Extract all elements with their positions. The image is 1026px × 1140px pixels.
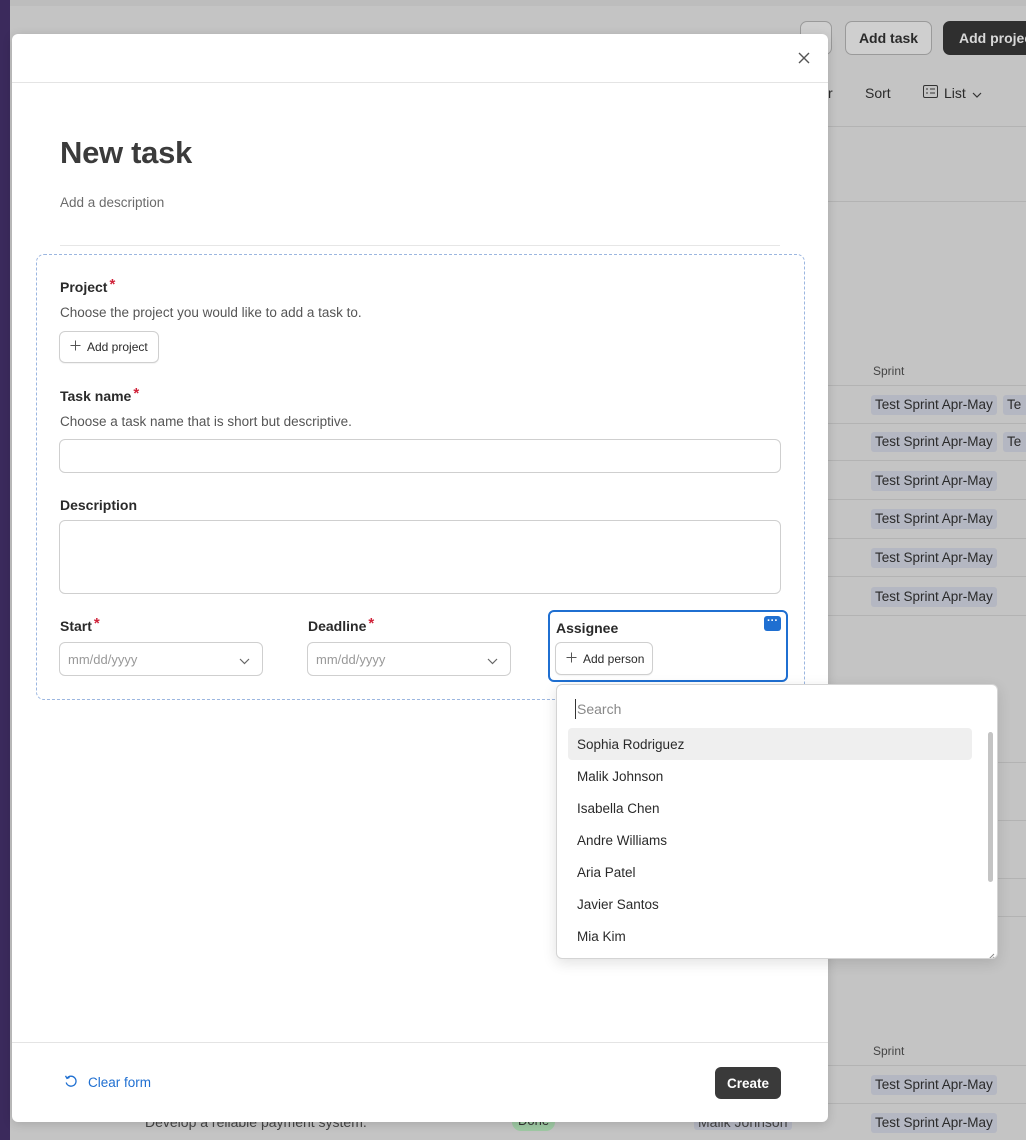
assignee-dropdown: Sophia Rodriguez Malik Johnson Isabella … <box>556 684 998 959</box>
chevron-down-icon <box>487 653 498 668</box>
chevron-down-icon <box>239 653 250 668</box>
more-options-icon[interactable]: ··· <box>764 616 781 631</box>
divider <box>12 82 828 83</box>
description-placeholder[interactable]: Add a description <box>60 195 164 210</box>
sprint-tag: Te <box>1003 432 1026 452</box>
task-name-help-text: Choose a task name that is short but des… <box>60 414 352 429</box>
sprint-tag: Test Sprint Apr-May <box>871 471 997 491</box>
start-date-input[interactable]: mm/dd/yyyy <box>59 642 263 676</box>
divider <box>12 1042 828 1043</box>
sort-label: Sort <box>865 85 891 101</box>
project-help-text: Choose the project you would like to add… <box>60 305 362 320</box>
clear-form-label: Clear form <box>88 1075 152 1090</box>
view-label: List <box>944 85 966 101</box>
list-view-icon <box>923 85 938 101</box>
divider <box>828 499 1026 500</box>
create-button[interactable]: Create <box>715 1067 781 1099</box>
deadline-label-text: Deadline <box>308 618 367 634</box>
divider <box>828 423 1026 424</box>
reset-icon <box>64 1074 78 1091</box>
column-header-sprint: Sprint <box>873 364 905 378</box>
divider <box>828 460 1026 461</box>
add-person-label: Add person <box>583 651 645 666</box>
clear-form-button[interactable]: Clear form <box>64 1074 151 1091</box>
sprint-tag: Test Sprint Apr-May <box>871 509 997 529</box>
divider <box>828 201 1026 202</box>
view-list-button[interactable]: List <box>923 85 982 101</box>
list-item[interactable]: Andre Williams <box>568 824 972 856</box>
plus-icon <box>566 651 577 667</box>
list-item[interactable]: Javier Santos <box>568 888 972 920</box>
chevron-down-icon <box>972 85 982 101</box>
start-date-placeholder: mm/dd/yyyy <box>68 651 138 667</box>
divider <box>828 1103 1026 1104</box>
people-list: Sophia Rodriguez Malik Johnson Isabella … <box>568 728 972 952</box>
task-name-input[interactable] <box>59 439 781 473</box>
divider <box>60 245 780 246</box>
resize-handle-icon[interactable] <box>987 948 995 958</box>
divider <box>828 385 1026 386</box>
task-name-label: Task name * <box>60 385 140 405</box>
assignee-field[interactable]: Assignee ··· Add person <box>548 610 788 682</box>
deadline-date-input[interactable]: mm/dd/yyyy <box>307 642 511 676</box>
sprint-tag: Test Sprint Apr-May <box>871 395 997 415</box>
list-item[interactable]: Mia Kim <box>568 920 972 952</box>
required-marker: * <box>93 615 100 632</box>
add-project-button[interactable]: Add project <box>59 331 159 363</box>
required-marker: * <box>368 615 375 632</box>
sprint-tag: Test Sprint Apr-May <box>871 1113 997 1133</box>
sprint-tag: Test Sprint Apr-May <box>871 587 997 607</box>
plus-icon <box>70 339 81 355</box>
list-item[interactable]: Malik Johnson <box>568 760 972 792</box>
app-top-bar <box>10 0 1026 6</box>
sprint-tag: Test Sprint Apr-May <box>871 432 997 452</box>
required-marker: * <box>109 276 116 293</box>
close-icon[interactable] <box>794 48 814 68</box>
assignee-label: Assignee <box>556 620 619 636</box>
search-input[interactable] <box>575 699 955 719</box>
page-title[interactable]: New task <box>60 135 192 171</box>
start-label: Start * <box>60 615 100 635</box>
add-task-button[interactable]: Add task <box>845 21 932 55</box>
list-item[interactable]: Isabella Chen <box>568 792 972 824</box>
start-label-text: Start <box>60 618 92 634</box>
sort-button[interactable]: Sort <box>865 85 891 101</box>
add-project-label: Add project <box>87 340 148 354</box>
column-header-sprint: Sprint <box>873 1044 905 1058</box>
project-label-text: Project <box>60 279 108 295</box>
sprint-tag: Test Sprint Apr-May <box>871 1075 997 1095</box>
description-textarea[interactable] <box>59 520 781 594</box>
deadline-label: Deadline * <box>308 615 375 635</box>
deadline-date-placeholder: mm/dd/yyyy <box>316 651 386 667</box>
scrollbar[interactable] <box>988 732 993 882</box>
add-project-button[interactable]: Add projec <box>943 21 1026 55</box>
app-sidebar-strip <box>0 0 10 1140</box>
divider <box>828 126 1026 127</box>
sprint-tag: Te <box>1003 395 1026 415</box>
divider <box>828 538 1026 539</box>
add-person-button[interactable]: Add person <box>555 642 653 675</box>
filter-button-fragment[interactable]: r <box>828 85 833 101</box>
description-label: Description <box>60 497 138 513</box>
divider <box>828 1065 1026 1066</box>
sprint-tag: Test Sprint Apr-May <box>871 548 997 568</box>
divider <box>828 615 1026 616</box>
task-name-label-text: Task name <box>60 388 132 404</box>
divider <box>828 576 1026 577</box>
required-marker: * <box>133 385 140 402</box>
project-label: Project * <box>60 276 116 296</box>
list-item[interactable]: Aria Patel <box>568 856 972 888</box>
list-item[interactable]: Sophia Rodriguez <box>568 728 972 760</box>
